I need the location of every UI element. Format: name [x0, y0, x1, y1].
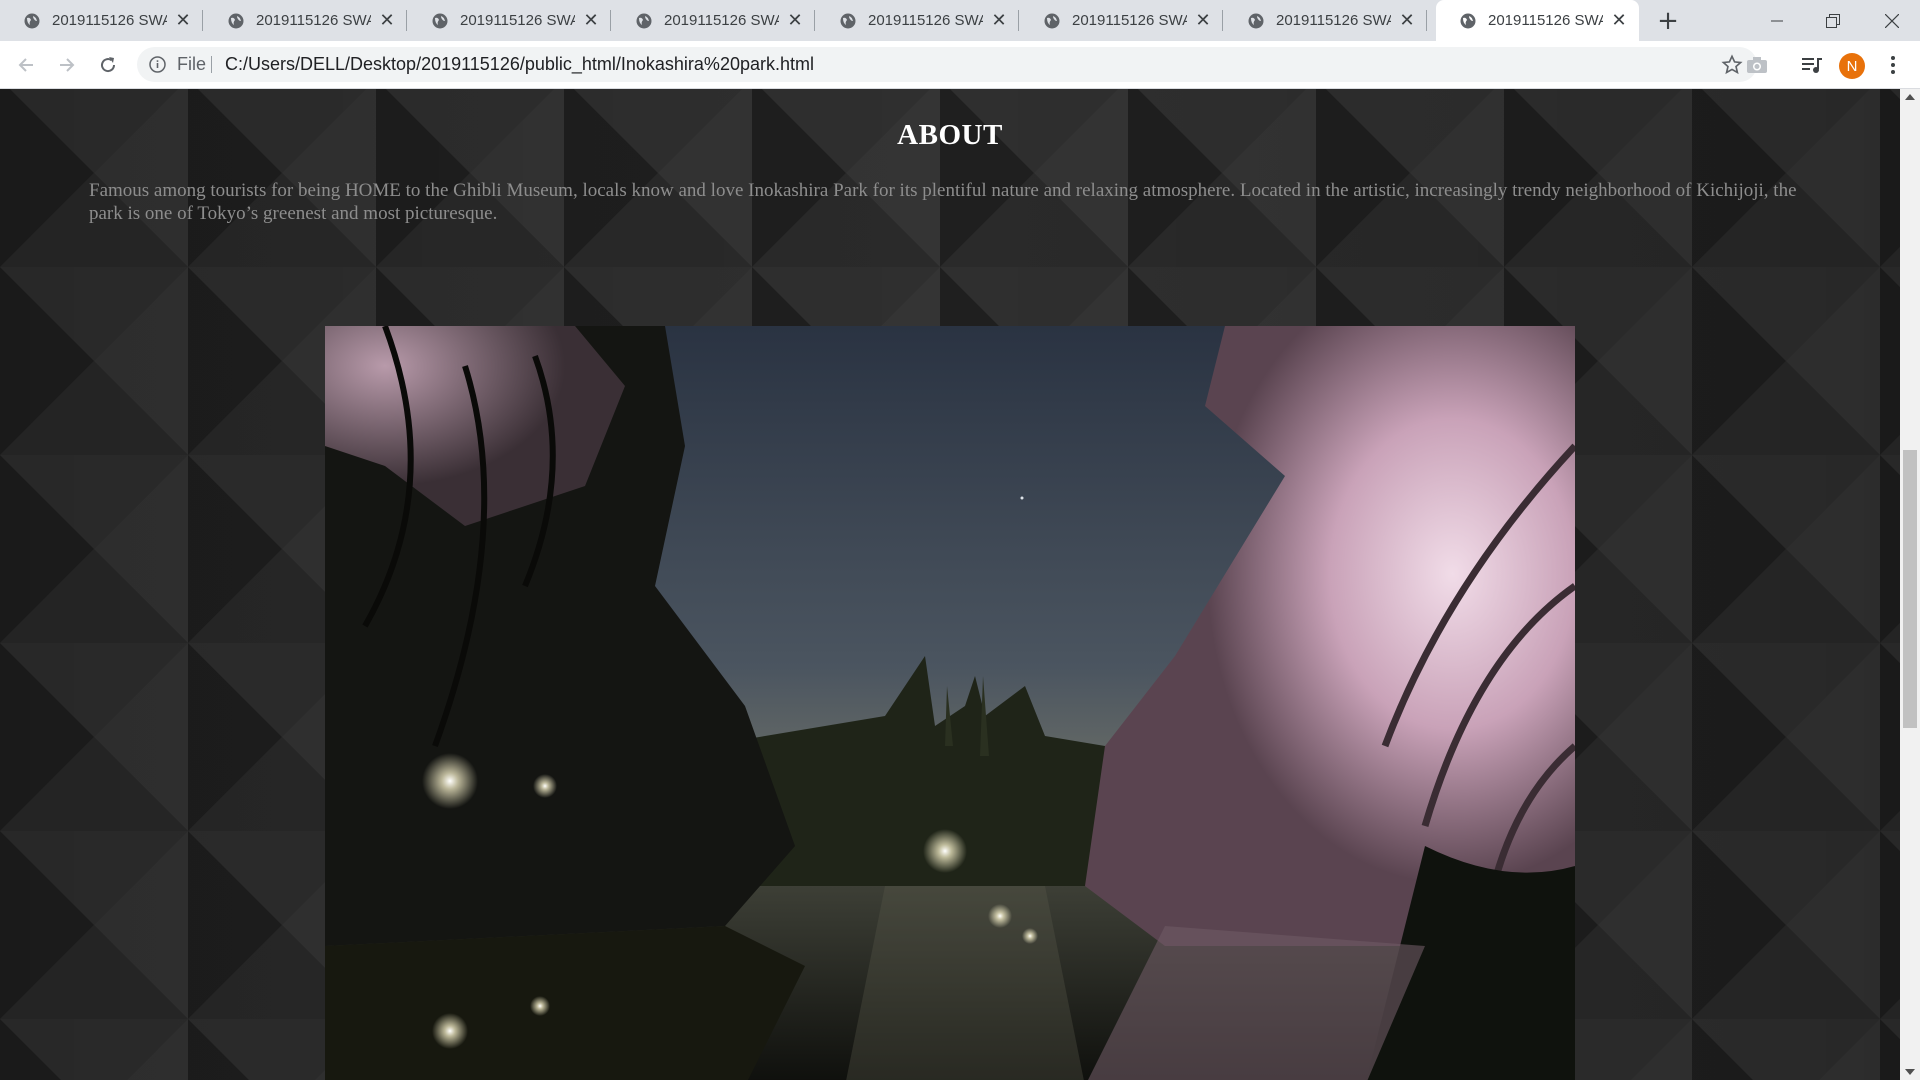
tab-title: 2019115126 SWAN	[1488, 12, 1603, 29]
browser-tab[interactable]: 2019115126 SWAN ✕	[816, 0, 1019, 41]
park-night-photo	[325, 326, 1575, 1080]
browser-tab[interactable]: 2019115126 SWAN ✕	[612, 0, 815, 41]
close-window-button[interactable]	[1864, 0, 1920, 41]
reload-button[interactable]	[92, 49, 124, 81]
tab-title: 2019115126 SWAN	[664, 12, 779, 29]
scrollbar-thumb[interactable]	[1903, 450, 1917, 728]
close-tab-icon[interactable]: ✕	[173, 10, 193, 31]
back-button[interactable]	[10, 49, 42, 81]
minimize-button[interactable]	[1749, 0, 1805, 41]
profile-avatar[interactable]: N	[1839, 53, 1865, 79]
page-scrollbar[interactable]	[1900, 89, 1920, 1080]
info-icon[interactable]	[149, 56, 166, 73]
close-tab-icon[interactable]: ✕	[1397, 10, 1417, 31]
camera-icon	[1747, 57, 1767, 73]
tab-title: 2019115126 SWAN	[1072, 12, 1187, 29]
scroll-up-arrow-icon[interactable]	[1905, 94, 1915, 100]
about-paragraph: Famous among tourists for being HOME to …	[89, 180, 1797, 224]
arrow-right-icon	[60, 58, 75, 72]
new-tab-button[interactable]: +	[1653, 6, 1683, 36]
close-tab-icon[interactable]: ✕	[989, 10, 1009, 31]
close-tab-icon[interactable]: ✕	[785, 10, 805, 31]
globe-icon	[636, 13, 652, 28]
reload-icon	[101, 57, 116, 73]
screenshot-button[interactable]	[1745, 53, 1769, 77]
minimize-icon	[1771, 20, 1783, 21]
scroll-down-arrow-icon[interactable]	[1905, 1069, 1915, 1075]
forward-button[interactable]	[51, 49, 83, 81]
bookmark-star-icon[interactable]	[1721, 54, 1743, 76]
about-heading: ABOUT	[897, 119, 1003, 151]
close-tab-icon[interactable]: ✕	[377, 10, 397, 31]
globe-icon	[840, 13, 856, 28]
scheme-label: File	[177, 54, 207, 74]
address-bar[interactable]: File C:/Users/DELL/Desktop/2019115126/pu…	[137, 47, 1757, 82]
globe-icon	[432, 13, 448, 28]
menu-button[interactable]	[1881, 53, 1905, 77]
browser-tab[interactable]: 2019115126 SWAN ✕	[1224, 0, 1427, 41]
globe-icon	[228, 13, 244, 28]
tab-title: 2019115126 SWAN	[52, 12, 167, 29]
close-icon	[1885, 13, 1899, 28]
browser-tab[interactable]: 2019115126 SWAN ✕	[0, 0, 203, 41]
url-text[interactable]: C:/Users/DELL/Desktop/2019115126/public_…	[225, 47, 814, 82]
globe-icon	[24, 13, 40, 28]
tab-strip: 2019115126 SWAN ✕ 2019115126 SWAN ✕ 2019…	[0, 0, 1920, 41]
tab-title: 2019115126 SWAN	[460, 12, 575, 29]
plus-icon: +	[1657, 6, 1679, 36]
close-tab-icon[interactable]: ✕	[1609, 10, 1629, 31]
browser-tab-active[interactable]: 2019115126 SWAN ✕	[1436, 0, 1639, 41]
browser-tab[interactable]: 2019115126 SWAN ✕	[1020, 0, 1223, 41]
restore-button[interactable]	[1805, 0, 1861, 41]
more-vert-icon	[1891, 56, 1895, 74]
close-tab-icon[interactable]: ✕	[581, 10, 601, 31]
restore-icon	[1826, 13, 1840, 28]
playlist-music-icon	[1802, 58, 1822, 73]
tab-title: 2019115126 SWAN	[256, 12, 371, 29]
browser-tab[interactable]: 2019115126 SWAN ✕	[408, 0, 611, 41]
browser-tab[interactable]: 2019115126 SWAN ✕	[204, 0, 407, 41]
globe-icon	[1044, 13, 1060, 28]
tab-title: 2019115126 SWAN	[868, 12, 983, 29]
globe-icon	[1248, 13, 1264, 28]
park-night-image	[325, 326, 1575, 1080]
close-tab-icon[interactable]: ✕	[1193, 10, 1213, 31]
page-viewport: ABOUT Famous among tourists for being HO…	[0, 89, 1900, 1080]
media-control-button[interactable]	[1800, 53, 1824, 77]
browser-toolbar: File C:/Users/DELL/Desktop/2019115126/pu…	[0, 41, 1920, 89]
arrow-left-icon	[18, 58, 33, 72]
tab-title: 2019115126 SWAN	[1276, 12, 1391, 29]
globe-icon	[1460, 13, 1476, 28]
